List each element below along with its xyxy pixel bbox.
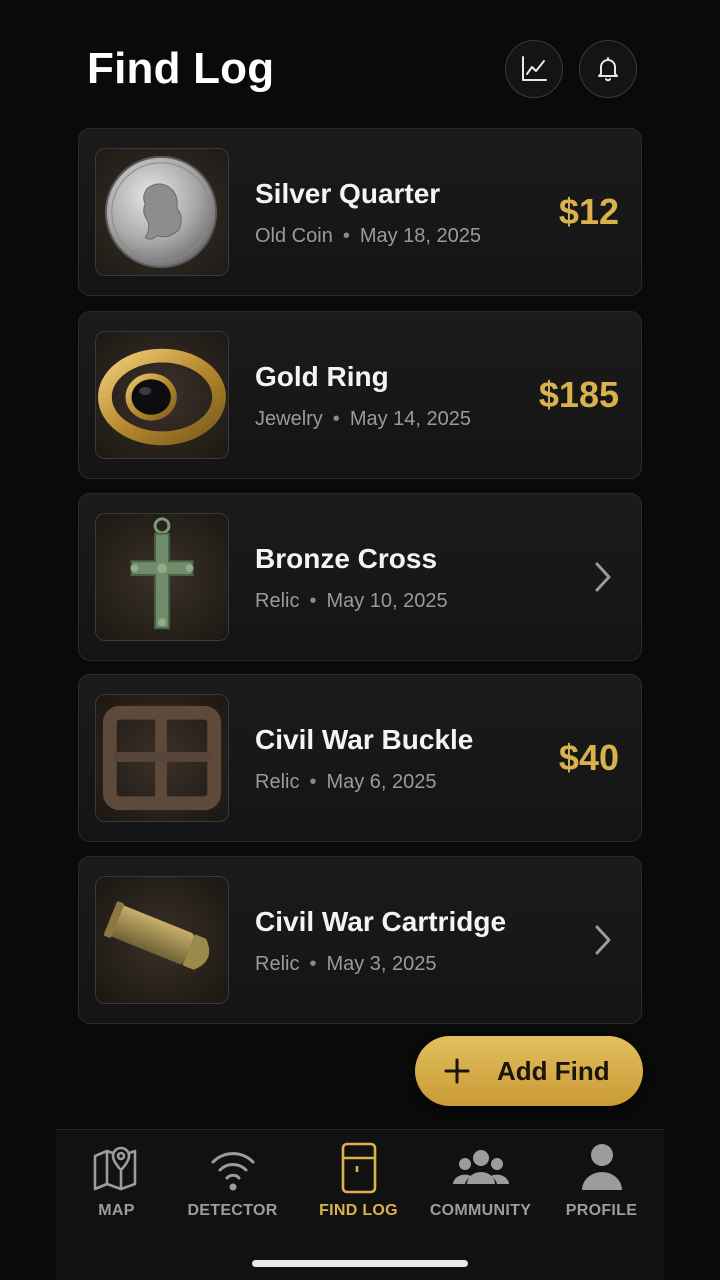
find-category: Old Coin: [255, 225, 333, 247]
find-card[interactable]: Silver Quarter Old Coin • May 18, 2025 $12: [78, 128, 642, 296]
find-category: Relic: [255, 953, 300, 975]
separator-dot: •: [309, 953, 317, 975]
add-find-button[interactable]: Add Find: [415, 1036, 643, 1106]
find-card[interactable]: Civil War Buckle Relic • May 6, 2025 $40: [78, 674, 642, 842]
gold-ring-photo: [96, 332, 228, 458]
find-card[interactable]: Gold Ring Jewelry • May 14, 2025 $185: [78, 311, 642, 479]
log-book-icon: [341, 1142, 376, 1194]
find-name: Gold Ring: [255, 361, 389, 392]
tab-profile[interactable]: PROFILE: [541, 1130, 662, 1240]
find-meta: Relic • May 10, 2025: [255, 590, 448, 613]
find-thumbnail: [95, 513, 229, 641]
trend-chart-icon: [522, 56, 547, 81]
rusty-buckle-photo: [96, 695, 228, 821]
find-category: Relic: [255, 771, 300, 793]
find-card[interactable]: Civil War Cartridge Relic • May 3, 2025: [78, 856, 642, 1024]
find-value: $12: [558, 191, 619, 232]
find-meta: Relic • May 3, 2025: [255, 953, 437, 976]
brass-cartridge-photo: [96, 877, 228, 1003]
find-name: Bronze Cross: [255, 543, 438, 574]
tab-find-log[interactable]: FIND LOG: [298, 1130, 419, 1240]
find-thumbnail: [95, 694, 229, 822]
find-name: Civil War Buckle: [255, 724, 474, 755]
signal-icon: [211, 1152, 254, 1191]
find-thumbnail: [95, 148, 229, 276]
bronze-cross-photo: [96, 514, 228, 640]
stats-button[interactable]: [505, 40, 563, 98]
tab-map[interactable]: MAP: [56, 1130, 177, 1240]
bottom-tab-bar: MAP DETECTOR FIND LOG COMMUNITY PROFILE: [56, 1129, 664, 1280]
tab-label: DETECTOR: [187, 1202, 278, 1219]
group-icon: [452, 1150, 509, 1184]
find-meta: Jewelry • May 14, 2025: [255, 408, 471, 431]
chevron-right-icon[interactable]: [591, 923, 615, 957]
tab-community[interactable]: COMMUNITY: [420, 1130, 541, 1240]
notifications-button[interactable]: [579, 40, 637, 98]
find-category: Jewelry: [255, 408, 323, 430]
page-title: Find Log: [87, 44, 275, 93]
tab-label: COMMUNITY: [429, 1202, 532, 1219]
find-date: May 10, 2025: [326, 590, 448, 612]
silver-quarter-photo: [96, 149, 228, 275]
find-thumbnail: [95, 876, 229, 1004]
plus-icon: [444, 1058, 470, 1084]
separator-dot: •: [309, 590, 317, 612]
find-date: May 18, 2025: [359, 225, 482, 247]
home-indicator[interactable]: [252, 1260, 468, 1267]
find-value: $40: [558, 737, 619, 778]
find-date: May 14, 2025: [349, 408, 472, 430]
find-date: May 3, 2025: [326, 953, 437, 975]
find-name: Silver Quarter: [255, 178, 441, 209]
app-header: Find Log: [0, 0, 720, 128]
separator-dot: •: [342, 225, 350, 247]
find-name: Civil War Cartridge: [255, 906, 507, 937]
bell-icon: [598, 57, 618, 82]
tab-label: PROFILE: [565, 1202, 638, 1219]
tab-label: MAP: [98, 1202, 135, 1219]
find-category: Relic: [255, 590, 300, 612]
tab-label: FIND LOG: [319, 1202, 398, 1219]
find-value: $185: [538, 374, 619, 415]
find-card[interactable]: Bronze Cross Relic • May 10, 2025: [78, 493, 642, 661]
add-find-label: Add Find: [497, 1055, 610, 1086]
tab-detector[interactable]: DETECTOR: [172, 1130, 293, 1240]
find-date: May 6, 2025: [326, 771, 437, 793]
find-thumbnail: [95, 331, 229, 459]
chevron-right-icon[interactable]: [591, 560, 615, 594]
person-icon: [581, 1144, 622, 1190]
separator-dot: •: [332, 408, 340, 430]
find-meta: Old Coin • May 18, 2025: [255, 225, 481, 248]
find-meta: Relic • May 6, 2025: [255, 771, 437, 794]
separator-dot: •: [309, 771, 317, 793]
map-pin-icon: [93, 1146, 136, 1191]
